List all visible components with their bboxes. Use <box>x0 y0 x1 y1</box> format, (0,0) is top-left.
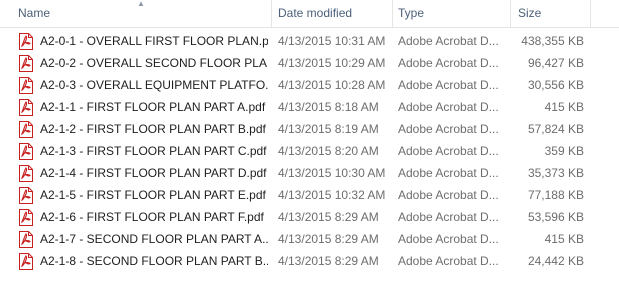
pdf-file-icon <box>19 253 33 270</box>
file-date-modified: 4/13/2015 10:28 AM <box>278 78 386 92</box>
file-size: 359 KB <box>544 144 584 158</box>
file-date-modified: 4/13/2015 8:18 AM <box>278 100 379 114</box>
file-date-modified: 4/13/2015 8:19 AM <box>278 122 379 136</box>
column-header-size[interactable]: Size <box>518 0 541 27</box>
pdf-file-icon <box>19 121 33 138</box>
file-name: A2-0-3 - OVERALL EQUIPMENT PLATFO... <box>40 78 268 92</box>
pdf-file-icon <box>19 77 33 94</box>
file-type: Adobe Acrobat D... <box>398 78 499 92</box>
file-row[interactable]: A2-1-3 - FIRST FLOOR PLAN PART C.pdf 4/13… <box>0 141 619 162</box>
file-size: 57,824 KB <box>527 122 584 136</box>
file-row[interactable]: A2-0-3 - OVERALL EQUIPMENT PLATFO... 4/13… <box>0 75 619 96</box>
column-header-name[interactable]: Name <box>18 0 50 27</box>
file-size: 24,442 KB <box>527 254 584 268</box>
file-name: A2-1-1 - FIRST FLOOR PLAN PART A.pdf <box>40 100 266 114</box>
file-type: Adobe Acrobat D... <box>398 56 499 70</box>
file-name: A2-1-3 - FIRST FLOOR PLAN PART C.pdf <box>40 144 267 158</box>
file-type: Adobe Acrobat D... <box>398 210 499 224</box>
pdf-file-icon <box>19 33 33 50</box>
file-type: Adobe Acrobat D... <box>398 34 499 48</box>
file-name: A2-1-5 - FIRST FLOOR PLAN PART E.pdf <box>40 188 266 202</box>
file-size: 77,188 KB <box>527 188 584 202</box>
file-row[interactable]: A2-0-1 - OVERALL FIRST FLOOR PLAN.pdf 4/1… <box>0 31 619 52</box>
column-divider[interactable] <box>510 0 511 27</box>
column-header-date-modified[interactable]: Date modified <box>278 0 352 27</box>
file-row[interactable]: A2-1-4 - FIRST FLOOR PLAN PART D.pdf 4/13… <box>0 163 619 184</box>
file-date-modified: 4/13/2015 10:29 AM <box>278 56 386 70</box>
file-date-modified: 4/13/2015 10:30 AM <box>278 166 386 180</box>
file-date-modified: 4/13/2015 8:29 AM <box>278 232 379 246</box>
file-name: A2-1-8 - SECOND FLOOR PLAN PART B.... <box>40 254 268 268</box>
file-name: A2-1-6 - FIRST FLOOR PLAN PART F.pdf <box>40 210 264 224</box>
file-name: A2-1-7 - SECOND FLOOR PLAN PART A.... <box>40 232 268 246</box>
file-type: Adobe Acrobat D... <box>398 188 499 202</box>
file-type: Adobe Acrobat D... <box>398 144 499 158</box>
file-size: 438,355 KB <box>521 34 584 48</box>
pdf-file-icon <box>19 165 33 182</box>
file-size: 35,373 KB <box>527 166 584 180</box>
file-date-modified: 4/13/2015 8:29 AM <box>278 210 379 224</box>
column-header-type[interactable]: Type <box>398 0 424 27</box>
file-size: 415 KB <box>544 100 584 114</box>
file-date-modified: 4/13/2015 10:31 AM <box>278 34 386 48</box>
file-row[interactable]: A2-0-2 - OVERALL SECOND FLOOR PLA... 4/13… <box>0 53 619 74</box>
column-header-bar: ▲ Name Date modified Type Size <box>0 0 619 28</box>
pdf-file-icon <box>19 55 33 72</box>
file-type: Adobe Acrobat D... <box>398 100 499 114</box>
pdf-file-icon <box>19 231 33 248</box>
file-row[interactable]: A2-1-6 - FIRST FLOOR PLAN PART F.pdf 4/13… <box>0 207 619 228</box>
file-size: 415 KB <box>544 232 584 246</box>
file-date-modified: 4/13/2015 8:20 AM <box>278 144 379 158</box>
file-size: 30,556 KB <box>527 78 584 92</box>
file-size: 53,596 KB <box>527 210 584 224</box>
file-row[interactable]: A2-1-8 - SECOND FLOOR PLAN PART B.... 4/1… <box>0 251 619 272</box>
file-row[interactable]: A2-1-5 - FIRST FLOOR PLAN PART E.pdf 4/13… <box>0 185 619 206</box>
pdf-file-icon <box>19 143 33 160</box>
file-name: A2-1-4 - FIRST FLOOR PLAN PART D.pdf <box>40 166 267 180</box>
file-row[interactable]: A2-1-7 - SECOND FLOOR PLAN PART A.... 4/1… <box>0 229 619 250</box>
file-name: A2-0-2 - OVERALL SECOND FLOOR PLA... <box>40 56 268 70</box>
file-name: A2-0-1 - OVERALL FIRST FLOOR PLAN.pdf <box>40 34 268 48</box>
file-date-modified: 4/13/2015 8:29 AM <box>278 254 379 268</box>
file-row[interactable]: A2-1-1 - FIRST FLOOR PLAN PART A.pdf 4/13… <box>0 97 619 118</box>
column-divider[interactable] <box>392 0 393 27</box>
pdf-file-icon <box>19 187 33 204</box>
sort-ascending-icon: ▲ <box>137 0 145 8</box>
file-type: Adobe Acrobat D... <box>398 166 499 180</box>
column-divider[interactable] <box>271 0 272 27</box>
file-type: Adobe Acrobat D... <box>398 122 499 136</box>
pdf-file-icon <box>19 99 33 116</box>
column-divider[interactable] <box>590 0 591 27</box>
file-date-modified: 4/13/2015 10:32 AM <box>278 188 386 202</box>
file-name: A2-1-2 - FIRST FLOOR PLAN PART B.pdf <box>40 122 266 136</box>
file-type: Adobe Acrobat D... <box>398 232 499 246</box>
file-size: 96,427 KB <box>527 56 584 70</box>
file-row[interactable]: A2-1-2 - FIRST FLOOR PLAN PART B.pdf 4/13… <box>0 119 619 140</box>
file-type: Adobe Acrobat D... <box>398 254 499 268</box>
pdf-file-icon <box>19 209 33 226</box>
